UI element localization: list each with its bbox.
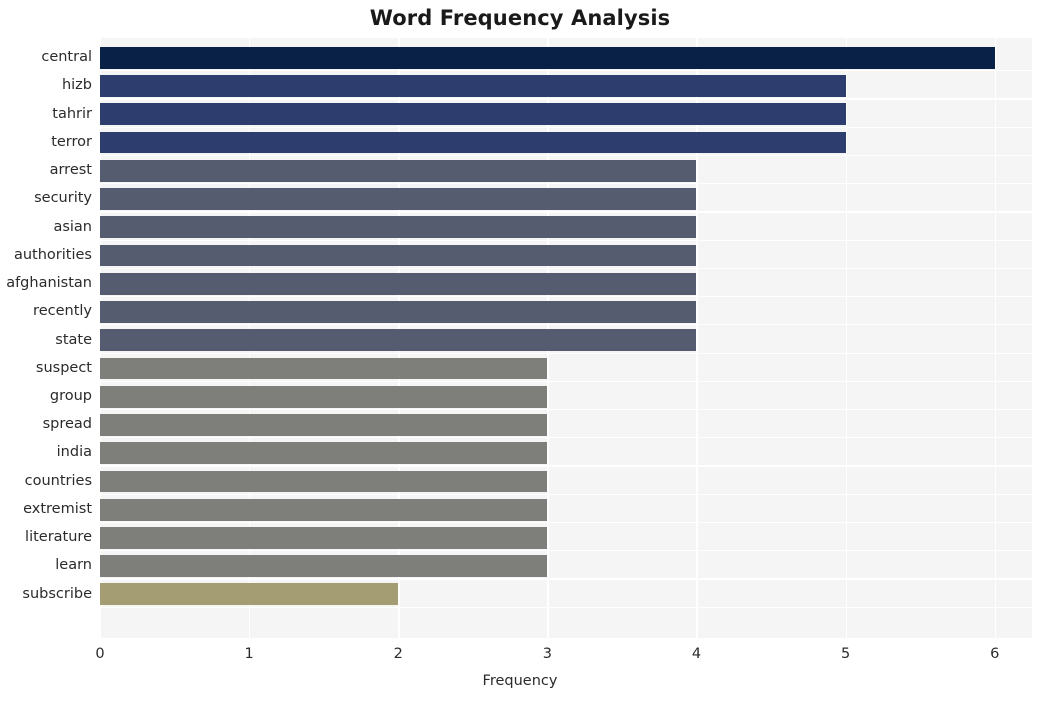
bar-row[interactable]: [100, 157, 1032, 185]
y-axis-label-central: central: [41, 49, 92, 66]
row-separator: [100, 70, 1032, 72]
y-axis-label-security: security: [34, 190, 92, 207]
bar-row[interactable]: [100, 468, 1032, 496]
x-tick-5: 5: [840, 646, 851, 662]
bar-row[interactable]: [100, 298, 1032, 326]
x-tick-2: 2: [393, 646, 403, 662]
bar-row[interactable]: [100, 44, 1032, 72]
bar-row[interactable]: [100, 72, 1032, 100]
bar-state[interactable]: [100, 329, 697, 352]
bar-row[interactable]: [100, 411, 1032, 439]
bars-layer: [100, 38, 1032, 638]
row-separator: [100, 437, 1032, 439]
row-separator: [100, 493, 1032, 495]
y-axis-label-spread: spread: [42, 416, 92, 433]
chart-title: Word Frequency Analysis: [369, 6, 671, 30]
y-axis-label-subscribe: subscribe: [22, 585, 92, 602]
bar-afghanistan[interactable]: [100, 272, 697, 295]
x-tick-4: 4: [691, 646, 702, 662]
bar-asian[interactable]: [100, 216, 697, 239]
y-axis-label-arrest: arrest: [49, 162, 92, 179]
row-separator: [100, 126, 1032, 128]
bar-row[interactable]: [100, 440, 1032, 468]
bar-subscribe[interactable]: [100, 583, 399, 606]
row-separator: [100, 239, 1032, 241]
bar-row[interactable]: [100, 101, 1032, 129]
bar-learn[interactable]: [100, 555, 548, 577]
row-separator: [100, 380, 1032, 382]
bar-spread[interactable]: [100, 414, 548, 436]
bar-row[interactable]: [100, 552, 1032, 580]
y-axis-label-hizb: hizb: [61, 77, 92, 94]
y-axis-label-terror: terror: [51, 133, 92, 150]
bar-arrest[interactable]: [100, 159, 697, 182]
bar-central[interactable]: [100, 47, 995, 69]
bar-hizb[interactable]: [100, 75, 846, 97]
bar-row[interactable]: [100, 355, 1032, 383]
y-axis-label-recently: recently: [33, 303, 92, 320]
y-axis-label-india: india: [56, 444, 92, 461]
bar-row[interactable]: [100, 524, 1032, 552]
row-separator: [100, 352, 1032, 354]
bar-row[interactable]: [100, 129, 1032, 157]
x-tick-1: 1: [244, 646, 254, 662]
x-tick-0: 0: [95, 646, 105, 662]
row-separator: [100, 465, 1032, 467]
y-axis-label-authorities: authorities: [13, 246, 92, 263]
y-axis-label-countries: countries: [24, 472, 92, 489]
bar-group[interactable]: [100, 385, 548, 408]
x-tick-3: 3: [542, 646, 552, 662]
x-axis-tick-labels: 0 1 2 3 4 5 6: [0, 646, 1040, 668]
bar-row[interactable]: [100, 185, 1032, 213]
y-axis-label-afghanistan: afghanistan: [6, 275, 92, 292]
bar-suspect[interactable]: [100, 357, 548, 380]
y-axis-label-tahrir: tahrir: [52, 105, 92, 122]
row-separator: [100, 183, 1032, 185]
y-axis-label-learn: learn: [55, 557, 92, 574]
y-axis-label-extremist: extremist: [23, 500, 92, 517]
bar-row[interactable]: [100, 242, 1032, 270]
y-axis-label-group: group: [49, 388, 92, 405]
bar-security[interactable]: [100, 188, 697, 210]
row-separator: [100, 296, 1032, 298]
row-separator: [100, 521, 1032, 524]
bar-countries[interactable]: [100, 470, 548, 493]
y-axis-label-asian: asian: [53, 218, 92, 235]
row-separator: [100, 550, 1032, 552]
y-axis-category-labels: central hizb tahrir terror arrest security asi…: [0, 38, 92, 638]
y-axis-label-literature: literature: [25, 529, 92, 546]
row-separator: [100, 324, 1032, 326]
bar-row[interactable]: [100, 496, 1032, 524]
x-axis-title: Frequency: [482, 673, 558, 689]
bar-tahrir[interactable]: [100, 103, 846, 126]
bar-row[interactable]: [100, 327, 1032, 355]
y-axis-label-state: state: [55, 331, 92, 348]
bar-extremist[interactable]: [100, 498, 548, 521]
row-separator: [100, 98, 1032, 100]
bar-literature[interactable]: [100, 527, 548, 549]
word-frequency-chart-figure: Word Frequency Analysis central hizb tahri…: [0, 0, 1040, 701]
bar-authorities[interactable]: [100, 244, 697, 267]
row-separator: [100, 211, 1032, 213]
bar-recently[interactable]: [100, 301, 697, 323]
row-separator: [100, 578, 1032, 580]
plot-area: [100, 38, 1032, 638]
bar-row[interactable]: [100, 270, 1032, 298]
bar-row[interactable]: [100, 214, 1032, 242]
row-separator: [100, 154, 1032, 157]
bar-row[interactable]: [100, 581, 1032, 609]
row-separator: [100, 267, 1032, 270]
y-axis-label-suspect: suspect: [35, 359, 92, 376]
x-tick-6: 6: [990, 646, 1000, 662]
bar-row[interactable]: [100, 383, 1032, 411]
row-separator: [100, 606, 1032, 608]
row-separator: [100, 409, 1032, 411]
bar-india[interactable]: [100, 442, 548, 465]
bar-terror[interactable]: [100, 131, 846, 154]
